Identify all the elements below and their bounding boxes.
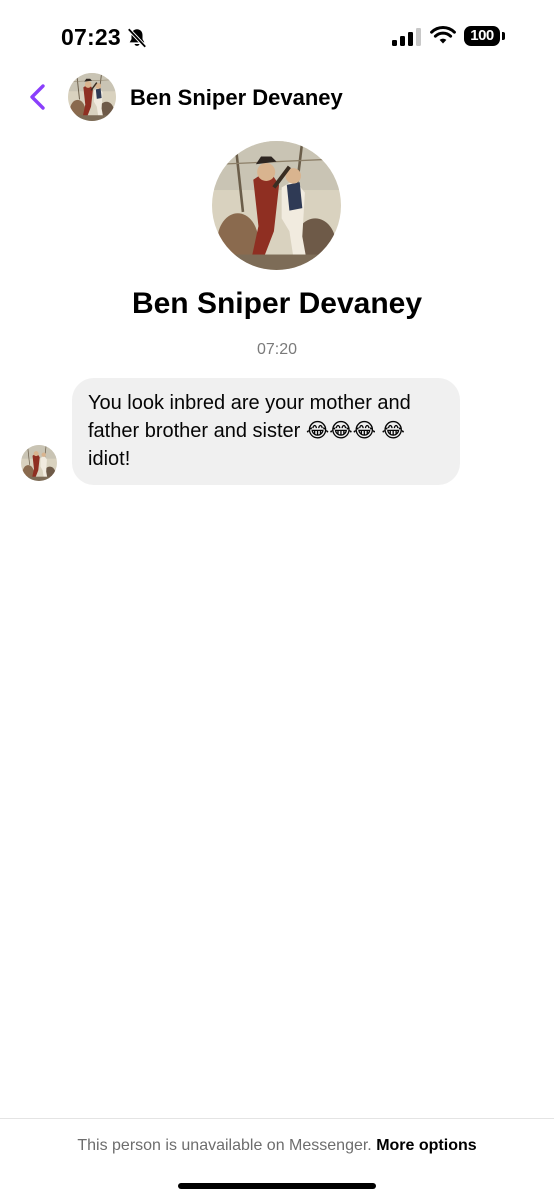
wifi-icon bbox=[430, 26, 456, 44]
chevron-left-icon[interactable] bbox=[22, 80, 56, 114]
avatar-image bbox=[21, 445, 57, 481]
cellular-signal-icon bbox=[392, 28, 421, 46]
message-sender-avatar[interactable] bbox=[21, 445, 57, 481]
battery-level: 100 bbox=[464, 26, 500, 46]
more-options-link[interactable]: More options bbox=[376, 1137, 476, 1154]
message-text: You look inbred are your mother and fath… bbox=[88, 392, 411, 470]
avatar-image bbox=[68, 73, 116, 121]
chat-footer: This person is unavailable on Messenger.… bbox=[0, 1118, 554, 1201]
home-indicator[interactable] bbox=[178, 1183, 376, 1189]
battery-nub bbox=[502, 32, 505, 40]
unavailable-notice: This person is unavailable on Messenger. bbox=[77, 1137, 372, 1154]
bell-slash-icon bbox=[127, 28, 147, 48]
profile-avatar[interactable] bbox=[212, 141, 341, 270]
battery-icon: 100 bbox=[464, 26, 506, 48]
footer-line: This person is unavailable on Messenger.… bbox=[0, 1137, 554, 1155]
chat-header: Ben Sniper Devaney bbox=[0, 70, 554, 126]
header-title[interactable]: Ben Sniper Devaney bbox=[130, 85, 343, 111]
avatar-image bbox=[212, 141, 341, 270]
profile-name: Ben Sniper Devaney bbox=[131, 287, 423, 320]
status-bar: 07:23 100 bbox=[0, 0, 554, 76]
status-time: 07:23 bbox=[61, 24, 121, 50]
header-avatar[interactable] bbox=[68, 73, 116, 121]
message-timestamp: 07:20 bbox=[256, 341, 298, 358]
message-bubble[interactable]: You look inbred are your mother and fath… bbox=[72, 378, 460, 485]
